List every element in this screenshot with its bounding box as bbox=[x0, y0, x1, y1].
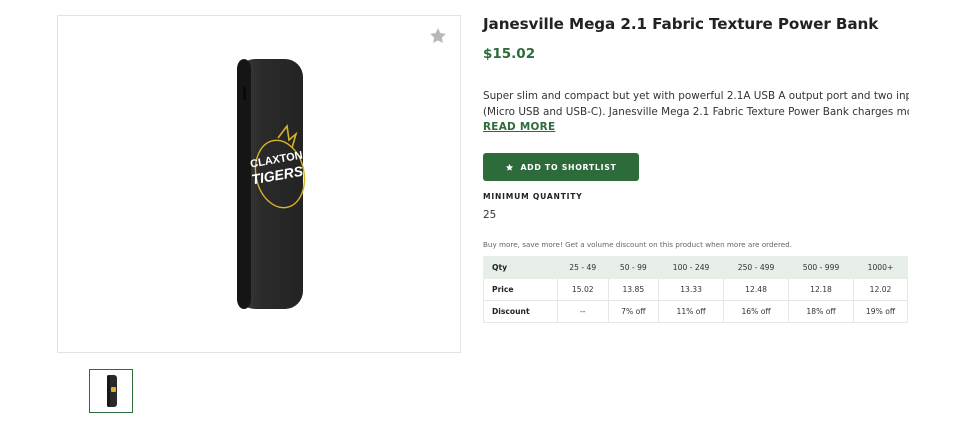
product-image-panel: CLAXTON TIGERS bbox=[57, 15, 461, 353]
table-cell: 12.18 bbox=[788, 278, 854, 301]
product-price: $15.02 bbox=[483, 46, 536, 62]
volume-discount-note: Buy more, save more! Get a volume discou… bbox=[483, 240, 793, 249]
table-cell: 25 - 49 bbox=[556, 256, 609, 279]
product-image: CLAXTON TIGERS bbox=[237, 59, 306, 309]
volume-pricing-table: Qty 25 - 49 50 - 99 100 - 249 250 - 499 … bbox=[483, 256, 908, 323]
favorite-star-icon[interactable] bbox=[428, 26, 448, 46]
table-cell: 18% off bbox=[788, 300, 854, 323]
product-thumbnail[interactable] bbox=[89, 369, 133, 413]
product-description: Super slim and compact but yet with powe… bbox=[483, 88, 909, 120]
table-row: Discount -- 7% off 11% off 16% off 18% o… bbox=[483, 300, 908, 323]
star-icon bbox=[506, 163, 514, 171]
description-line: Super slim and compact but yet with powe… bbox=[483, 90, 909, 102]
table-cell: 12.02 bbox=[853, 278, 908, 301]
table-cell: 19% off bbox=[853, 300, 908, 323]
table-cell: 7% off bbox=[607, 300, 660, 323]
table-cell: 500 - 999 bbox=[788, 256, 854, 279]
row-header: Price bbox=[483, 278, 558, 301]
table-cell: 12.48 bbox=[723, 278, 790, 301]
table-cell: 13.85 bbox=[607, 278, 660, 301]
description-line: (Micro USB and USB-C). Janesville Mega 2… bbox=[483, 106, 909, 118]
table-row: Qty 25 - 49 50 - 99 100 - 249 250 - 499 … bbox=[483, 256, 908, 279]
table-cell: 250 - 499 bbox=[723, 256, 790, 279]
table-cell: 16% off bbox=[723, 300, 790, 323]
table-cell: 1000+ bbox=[853, 256, 908, 279]
row-header: Discount bbox=[483, 300, 558, 323]
add-to-shortlist-button[interactable]: ADD TO SHORTLIST bbox=[483, 153, 639, 181]
minimum-quantity-label: MINIMUM QUANTITY bbox=[483, 192, 583, 201]
read-more-link[interactable]: READ MORE bbox=[483, 121, 555, 133]
table-cell: 50 - 99 bbox=[607, 256, 660, 279]
table-cell: -- bbox=[556, 300, 609, 323]
table-row: Price 15.02 13.85 13.33 12.48 12.18 12.0… bbox=[483, 278, 908, 301]
row-header: Qty bbox=[483, 256, 558, 279]
minimum-quantity-value: 25 bbox=[483, 209, 497, 221]
table-cell: 15.02 bbox=[556, 278, 609, 301]
thumbnail-image bbox=[107, 375, 117, 407]
table-cell: 100 - 249 bbox=[658, 256, 725, 279]
shortlist-label: ADD TO SHORTLIST bbox=[520, 162, 617, 172]
product-title: Janesville Mega 2.1 Fabric Texture Power… bbox=[483, 15, 879, 33]
table-cell: 11% off bbox=[658, 300, 725, 323]
table-cell: 13.33 bbox=[658, 278, 725, 301]
